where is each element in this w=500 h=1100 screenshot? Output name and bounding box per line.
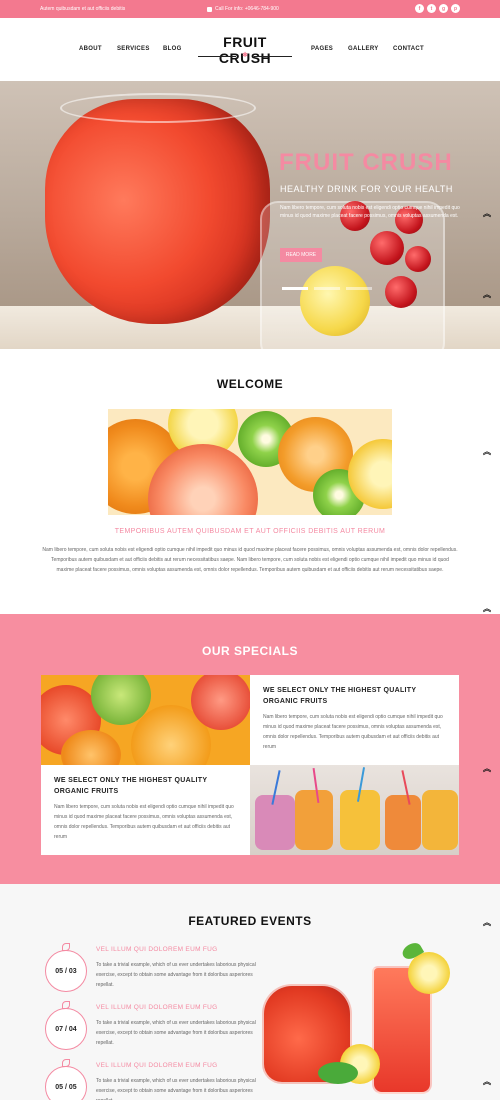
nav-blog[interactable]: BLOG [163,46,182,52]
event-heading[interactable]: VEL ILLUM QUI DOLOREM EUM FUG [96,1004,218,1011]
hero-title: FRUIT CRUSH [279,149,453,176]
welcome-title: WELCOME [216,377,284,391]
special-card-1-heading: WE SELECT ONLY THE HIGHEST QUALITY ORGAN… [263,687,417,705]
double-chevron-up-icon[interactable]: ︽ [482,919,492,927]
event-text: To take a trivial example, which of us e… [96,1020,256,1046]
main-header: ABOUT SERVICES BLOG FRUIT CRUSH ✱ PAGES … [0,18,500,81]
leaf-icon [62,943,70,951]
smoothie-cup [295,790,333,850]
double-chevron-up-icon[interactable]: ︽ [482,448,492,456]
special-card-1-text: Nam libero tempore, cum soluta nobis est… [263,714,443,750]
lemon-slice [408,952,450,994]
special-card-2-heading: WE SELECT ONLY THE HIGHEST QUALITY ORGAN… [54,777,208,795]
twitter-icon[interactable]: t [427,4,436,13]
hero-lemon [300,266,370,336]
logo-rule-right [254,56,292,57]
specials-smoothie-image [250,765,459,855]
top-tagline: Autem quibusdam et aut officiis debitis [40,6,126,12]
hero-juice-glass [45,99,270,324]
event-item[interactable]: 05 / 03 VEL ILLUM QUI DOLOREM EUM FUG To… [45,943,275,1002]
double-chevron-up-icon[interactable]: ︽ [482,1078,492,1086]
leaf-icon [62,1001,70,1009]
smoothie-cup [340,790,380,850]
logo-rule-left [198,56,236,57]
top-bar: Autem quibusdam et aut officiis debitis … [0,0,500,18]
smoothie-cup [255,795,295,850]
event-heading[interactable]: VEL ILLUM QUI DOLOREM EUM FUG [96,1062,218,1069]
double-chevron-up-icon[interactable]: ︽ [482,291,492,299]
hero-description: Nam libero tempore, cum soluta nobis est… [280,205,460,219]
hero-glass-rim [60,93,256,123]
smoothie-cup [385,795,421,850]
google-plus-icon[interactable]: g [439,4,448,13]
hero-subtitle: HEALTHY DRINK FOR YOUR HEALTH [280,184,453,194]
double-chevron-up-icon[interactable]: ︽ [482,605,492,613]
slider-indicators [282,287,372,290]
welcome-heading: TEMPORIBUS AUTEM QUIBUSDAM ET AUT OFFICI… [114,528,386,535]
welcome-fruit-image [108,409,392,515]
events-section: FEATURED EVENTS 05 / 03 VEL ILLUM QUI DO… [0,884,500,1100]
specials-title: OUR SPECIALS [201,644,298,658]
read-more-button[interactable]: READ MORE [280,248,322,262]
event-item[interactable]: 07 / 04 VEL ILLUM QUI DOLOREM EUM FUG To… [45,1001,275,1060]
event-date: 07 / 04 [45,1008,87,1050]
mint-leaves [318,1062,358,1084]
nav-contact[interactable]: CONTACT [393,46,424,52]
slide-indicator-2[interactable] [314,287,340,290]
special-card-2: WE SELECT ONLY THE HIGHEST QUALITY ORGAN… [41,765,250,855]
events-title: FEATURED EVENTS [188,914,312,928]
call-text: Call For info: +0646-784-900 [215,6,279,12]
event-text: To take a trivial example, which of us e… [96,962,256,988]
nav-gallery[interactable]: GALLERY [348,46,379,52]
special-card-1: WE SELECT ONLY THE HIGHEST QUALITY ORGAN… [250,675,459,765]
social-links: f t g p [415,4,460,13]
phone-icon [207,6,212,12]
cherry [405,246,431,272]
double-chevron-up-icon[interactable]: ︽ [482,765,492,773]
cherry [370,231,404,265]
nav-services[interactable]: SERVICES [117,46,150,52]
hero-banner: FRUIT CRUSH HEALTHY DRINK FOR YOUR HEALT… [0,81,500,349]
event-text: To take a trivial example, which of us e… [96,1078,256,1100]
leaf-icon: ✱ [242,52,248,59]
nav-pages[interactable]: PAGES [311,46,333,52]
double-chevron-up-icon[interactable]: ︽ [482,210,492,218]
leaf-icon [62,1059,70,1067]
slide-indicator-3[interactable] [346,287,372,290]
slide-indicator-1[interactable] [282,287,308,290]
call-info: Call For info: +0646-784-900 [207,6,279,12]
event-heading[interactable]: VEL ILLUM QUI DOLOREM EUM FUG [96,946,218,953]
event-item[interactable]: 05 / 05 VEL ILLUM QUI DOLOREM EUM FUG To… [45,1059,275,1100]
logo-text: FRUIT CRUSH [218,34,272,66]
event-date: 05 / 03 [45,950,87,992]
welcome-text: Nam libero tempore, cum soluta nobis est… [42,547,458,573]
event-date: 05 / 05 [45,1066,87,1100]
nav-about[interactable]: ABOUT [79,46,102,52]
cherry [385,276,417,308]
watermelon [191,675,250,730]
site-logo[interactable]: FRUIT CRUSH ✱ [196,34,294,66]
specials-fruit-image [41,675,250,765]
specials-section: OUR SPECIALS WE SELECT ONLY THE HIGHEST … [0,614,500,884]
pinterest-icon[interactable]: p [451,4,460,13]
facebook-icon[interactable]: f [415,4,424,13]
special-card-2-text: Nam libero tempore, cum soluta nobis est… [54,804,234,840]
smoothie-cup [422,790,458,850]
